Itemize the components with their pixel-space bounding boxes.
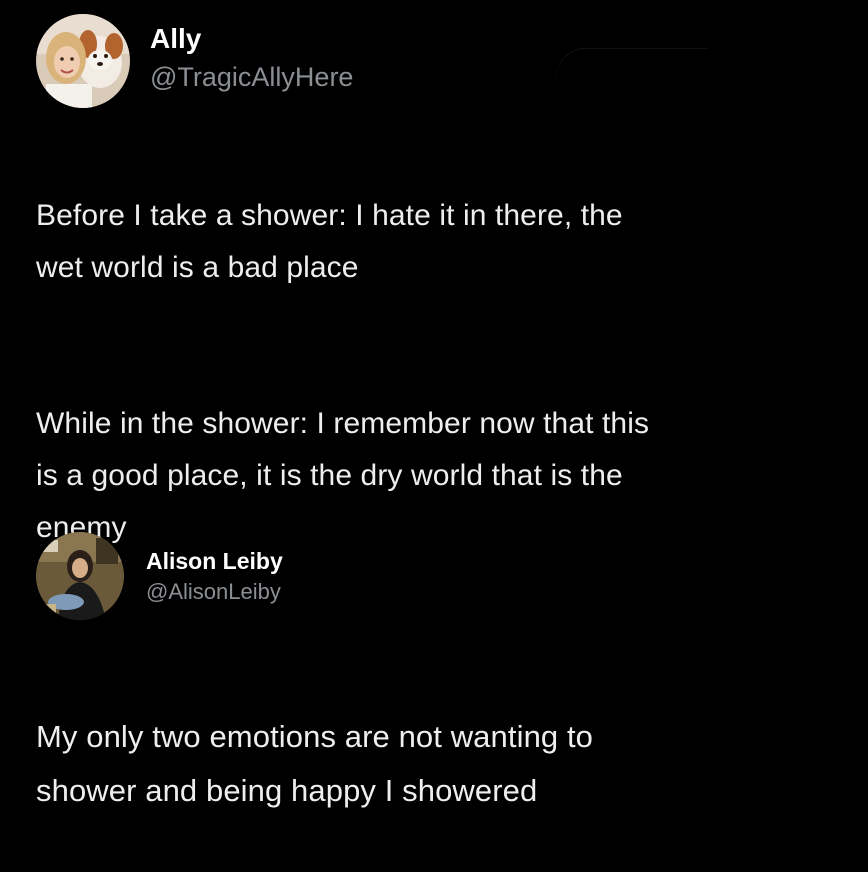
- avatar-image: [36, 532, 124, 620]
- tweet-paragraph: My only two emotions are not wanting to …: [36, 719, 594, 808]
- tweet-header: Ally @TragicAllyHere: [36, 14, 848, 108]
- tweet-paragraph: Before I take a shower: I hate it in the…: [36, 199, 623, 284]
- display-name[interactable]: Ally: [150, 22, 353, 56]
- tweet-paragraph: While in the shower: I remember now that…: [36, 407, 650, 544]
- avatar[interactable]: [36, 14, 130, 108]
- display-name[interactable]: Alison Leiby: [146, 546, 283, 576]
- user-handle[interactable]: @TragicAllyHere: [150, 60, 353, 94]
- user-names: Alison Leiby @AlisonLeiby: [146, 546, 283, 606]
- tweet-header: Alison Leiby @AlisonLeiby: [36, 532, 848, 620]
- tweet-alison[interactable]: Alison Leiby @AlisonLeiby My only two em…: [36, 532, 848, 872]
- tweet-text: My only two emotions are not wanting to …: [36, 656, 848, 872]
- user-handle[interactable]: @AlisonLeiby: [146, 578, 283, 606]
- user-names: Ally @TragicAllyHere: [150, 22, 353, 94]
- avatar[interactable]: [36, 532, 124, 620]
- avatar-image: [36, 14, 130, 108]
- tweet-ally[interactable]: Ally @TragicAllyHere Before I take a sho…: [36, 14, 848, 606]
